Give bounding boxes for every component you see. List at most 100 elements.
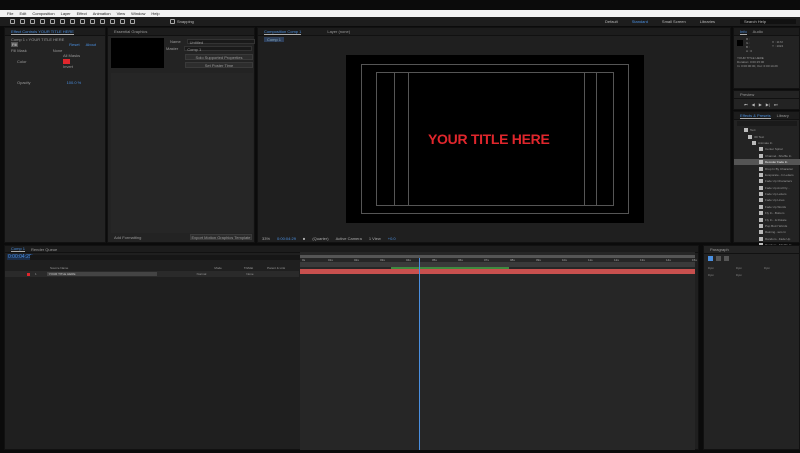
reset-link[interactable]: Reset bbox=[69, 42, 79, 47]
timeline-current-time[interactable]: 0:00:04:29 bbox=[7, 254, 33, 260]
fill-mask-select[interactable]: None bbox=[53, 48, 63, 53]
layer-duration-bar[interactable] bbox=[300, 269, 695, 274]
menu-edit[interactable]: Edit bbox=[19, 11, 26, 16]
preset-icon bbox=[759, 179, 763, 184]
workspace-small-screen[interactable]: Small Screen bbox=[662, 19, 686, 24]
eraser-tool-icon[interactable] bbox=[120, 19, 125, 24]
menu-window[interactable]: Window bbox=[131, 11, 145, 16]
paragraph-spacing-value[interactable]: 0 px bbox=[708, 273, 736, 277]
menu-effect[interactable]: Effect bbox=[77, 11, 87, 16]
folder-icon bbox=[748, 134, 752, 139]
menu-view[interactable]: View bbox=[117, 11, 126, 16]
comp-breadcrumb[interactable]: Comp 1 bbox=[264, 37, 285, 42]
work-area-bar[interactable] bbox=[300, 255, 695, 258]
set-poster-time-button[interactable]: Set Poster Time bbox=[185, 62, 253, 68]
preset-icon bbox=[759, 236, 763, 241]
ruler-tick-label: 09s bbox=[536, 258, 541, 262]
layer-name[interactable]: YOUR TITLE HERE bbox=[46, 272, 157, 276]
workspace-default[interactable]: Default bbox=[605, 19, 618, 24]
paragraph-spacing-value[interactable]: 0 px bbox=[736, 273, 764, 277]
text-tool-icon[interactable] bbox=[90, 19, 95, 24]
tab-library[interactable]: Library bbox=[777, 113, 789, 118]
magnification-select[interactable]: 33% bbox=[262, 236, 270, 241]
play-icon[interactable]: ▶ bbox=[759, 102, 762, 107]
tab-essential-graphics[interactable]: Essential Graphics bbox=[114, 29, 147, 34]
playhead[interactable] bbox=[418, 258, 420, 450]
add-formatting-menu[interactable]: Add Formatting bbox=[114, 235, 141, 240]
stamp-tool-icon[interactable] bbox=[110, 19, 115, 24]
tab-preview[interactable]: Preview bbox=[740, 92, 754, 97]
search-help-input[interactable]: Search Help bbox=[740, 19, 796, 24]
paragraph-spacing-value[interactable]: 0 px bbox=[708, 266, 736, 270]
timeline-graph[interactable] bbox=[300, 252, 695, 450]
about-link[interactable]: About bbox=[86, 42, 96, 47]
pen-tool-icon[interactable] bbox=[80, 19, 85, 24]
camera-tool-icon[interactable] bbox=[50, 19, 55, 24]
prev-frame-icon[interactable]: ◀ bbox=[752, 102, 755, 107]
menu-layer[interactable]: Layer bbox=[61, 11, 71, 16]
hand-tool-icon[interactable] bbox=[20, 19, 25, 24]
timeline-search-input[interactable] bbox=[30, 255, 300, 260]
rotate-tool-icon[interactable] bbox=[40, 19, 45, 24]
tab-comp-1[interactable]: Comp 1 bbox=[11, 246, 26, 252]
properties-area bbox=[111, 73, 253, 233]
align-right-icon[interactable] bbox=[724, 256, 729, 261]
effects-presets-panel: Effects & Presets Library Text 3D Text Anim… bbox=[733, 111, 800, 267]
views-select[interactable]: 1 View bbox=[369, 236, 381, 241]
title-text-layer[interactable]: YOUR TITLE HERE bbox=[428, 131, 550, 147]
rectangle-tool-icon[interactable] bbox=[70, 19, 75, 24]
ruler-tick-label: 02s bbox=[354, 258, 359, 262]
zoom-tool-icon[interactable] bbox=[30, 19, 35, 24]
tab-audio[interactable]: Audio bbox=[753, 29, 763, 34]
menu-composition[interactable]: Composition bbox=[32, 11, 54, 16]
tab-paragraph[interactable]: Paragraph bbox=[710, 247, 729, 252]
camera-snapshot-icon[interactable]: ■ bbox=[303, 236, 305, 241]
tab-effect-controls[interactable]: Effect Controls YOUR TITLE HERE bbox=[11, 29, 74, 35]
export-mogrt-button[interactable]: Export Motion Graphics Template bbox=[190, 234, 252, 240]
layer-row[interactable]: 1 YOUR TITLE HERE Normal None bbox=[5, 271, 299, 277]
tab-composition[interactable]: Composition Comp 1 bbox=[264, 29, 302, 35]
paragraph-spacing-value[interactable]: 0 px bbox=[736, 266, 764, 270]
opacity-value[interactable]: 100.0 % bbox=[67, 80, 82, 85]
current-time[interactable]: 0:00:04:29 bbox=[277, 236, 296, 241]
layer-label-color[interactable] bbox=[27, 272, 30, 276]
last-frame-icon[interactable]: ⏭ bbox=[774, 102, 778, 107]
pan-tool-icon[interactable] bbox=[60, 19, 65, 24]
preset-icon bbox=[759, 185, 763, 190]
layer-mode-select[interactable]: Normal bbox=[197, 272, 207, 276]
ruler-tick-label: 13s bbox=[640, 258, 645, 262]
tab-layer[interactable]: Layer (none) bbox=[327, 29, 350, 34]
workspace-standard[interactable]: Standard bbox=[632, 19, 648, 24]
solo-supported-properties-button[interactable]: Solo Supported Properties bbox=[185, 54, 253, 60]
invert-checkbox[interactable]: Invert bbox=[63, 64, 73, 69]
menu-animation[interactable]: Animation bbox=[93, 11, 111, 16]
all-masks-checkbox[interactable]: All Masks bbox=[63, 53, 80, 58]
first-frame-icon[interactable]: ⏮ bbox=[744, 102, 748, 107]
viewer-controls: 33% 0:00:04:29 ■ (Quarter) Active Camera… bbox=[258, 236, 730, 241]
align-left-icon[interactable] bbox=[708, 256, 713, 261]
menu-file[interactable]: File bbox=[7, 11, 13, 16]
tab-render-queue[interactable]: Render Queue bbox=[31, 247, 57, 252]
effects-search-input[interactable] bbox=[737, 121, 797, 126]
camera-select[interactable]: Active Camera bbox=[336, 236, 362, 241]
tab-info[interactable]: Info bbox=[740, 29, 747, 35]
layer-parent-select[interactable]: None bbox=[246, 272, 253, 276]
menu-help[interactable]: Help bbox=[151, 11, 159, 16]
exposure-value[interactable]: +0.0 bbox=[388, 236, 396, 241]
selection-tool-icon[interactable] bbox=[10, 19, 15, 24]
next-frame-icon[interactable]: ▶| bbox=[766, 102, 770, 107]
tab-effects-presets[interactable]: Effects & Presets bbox=[740, 113, 771, 119]
composition-viewer[interactable]: YOUR TITLE HERE bbox=[346, 55, 644, 223]
name-field[interactable]: Untitled bbox=[186, 39, 255, 45]
preset-icon bbox=[759, 153, 763, 158]
snapping-toggle[interactable]: Snapping bbox=[170, 19, 194, 24]
master-select[interactable]: Comp 1 bbox=[184, 46, 253, 52]
align-center-icon[interactable] bbox=[716, 256, 721, 261]
resolution-select[interactable]: (Quarter) bbox=[312, 236, 328, 241]
workspace-libraries[interactable]: Libraries bbox=[700, 19, 715, 24]
paragraph-spacing-value[interactable]: 0 px bbox=[764, 266, 792, 270]
puppet-tool-icon[interactable] bbox=[130, 19, 135, 24]
brush-tool-icon[interactable] bbox=[100, 19, 105, 24]
fx-name[interactable]: Fill bbox=[11, 42, 19, 47]
preset-icon bbox=[759, 160, 763, 165]
